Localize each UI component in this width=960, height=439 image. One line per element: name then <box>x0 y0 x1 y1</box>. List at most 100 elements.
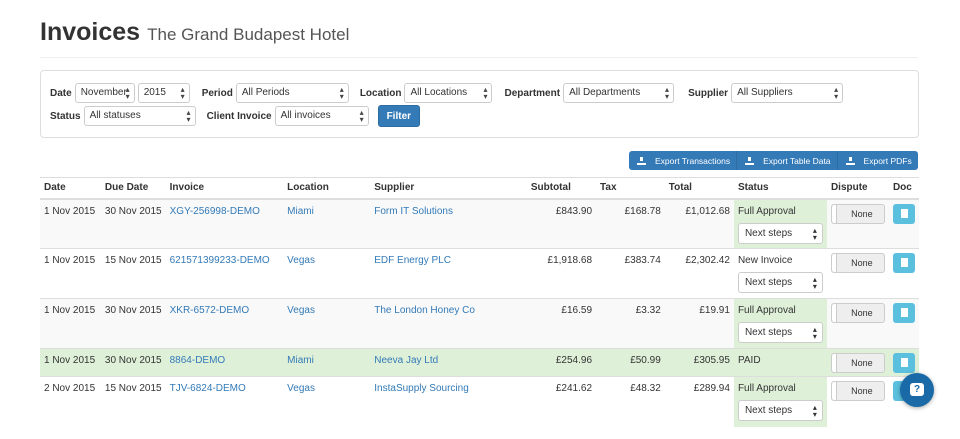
date-label: Date <box>50 87 72 99</box>
file-icon <box>900 208 908 218</box>
updown-icon: ▴ ▾ <box>812 325 817 341</box>
cell-total: £19.91 <box>664 298 734 349</box>
file-icon <box>900 258 908 267</box>
export-transactions-button[interactable]: Export Transactions <box>629 151 738 170</box>
supplier-link[interactable]: Form IT Solutions <box>374 206 453 217</box>
page-title: Invoices <box>40 18 141 46</box>
table-row: 1 Nov 2015 15 Nov 2015 621571399233-DEMO… <box>40 248 919 299</box>
page-subtitle: The Grand Budapest Hotel <box>147 25 350 44</box>
col-tax[interactable]: Tax <box>596 177 665 200</box>
export-table-data-button[interactable]: Export Table Data <box>737 151 838 170</box>
doc-button[interactable] <box>892 303 915 323</box>
col-supplier[interactable]: Supplier <box>370 177 527 200</box>
dispute-toggle[interactable]: None <box>830 253 885 273</box>
cell-due-date: 15 Nov 2015 <box>100 376 166 427</box>
col-status[interactable]: Status <box>733 177 827 200</box>
help-chat-button[interactable]: ? <box>900 373 934 407</box>
department-select[interactable]: All Departments ▴ ▾ <box>563 83 675 103</box>
col-subtotal[interactable]: Subtotal <box>526 177 597 200</box>
export-button-group: Export Transactions Export Table Data Ex… <box>629 151 918 170</box>
dispute-toggle[interactable]: None <box>830 203 885 224</box>
invoice-link[interactable]: TJV-6824-DEMO <box>170 383 246 394</box>
updown-icon: ▴ ▾ <box>339 85 344 101</box>
year-select[interactable]: 2015 ▴ ▾ <box>137 83 190 103</box>
location-link[interactable]: Miami <box>287 206 314 217</box>
invoice-table: Date Due Date Invoice Location Supplier … <box>40 177 919 427</box>
supplier-select[interactable]: All Suppliers ▴ ▾ <box>731 83 844 103</box>
col-total[interactable]: Total <box>664 177 734 200</box>
cell-total: £2,302.42 <box>664 248 734 299</box>
col-date[interactable]: Date <box>40 177 101 200</box>
filter-row-1: Date November ▴ ▾ 2015 ▴ ▾ Period All Period… <box>50 83 846 103</box>
next-steps-select[interactable]: Next steps ▴ ▾ <box>737 400 823 421</box>
status-select[interactable]: All statuses ▴ ▾ <box>83 106 196 126</box>
supplier-link[interactable]: The London Honey Co <box>374 305 475 316</box>
download-icon <box>845 156 855 165</box>
cell-status: Full Approval Next steps ▴ ▾ <box>733 298 827 349</box>
cell-date: 1 Nov 2015 <box>40 248 101 299</box>
period-select[interactable]: All Periods ▴ ▾ <box>235 83 349 103</box>
dispute-toggle[interactable]: None <box>830 381 885 401</box>
cell-dispute: None <box>826 298 889 349</box>
updown-icon: ▴ ▾ <box>665 85 670 101</box>
cell-due-date: 15 Nov 2015 <box>100 248 166 299</box>
filter-panel: Date November ▴ ▾ 2015 ▴ ▾ Period All Period… <box>40 70 919 138</box>
location-link[interactable]: Vegas <box>287 383 315 394</box>
invoice-link[interactable]: 8864-DEMO <box>170 355 226 366</box>
export-pdfs-button[interactable]: Export PDFs <box>837 151 918 170</box>
updown-icon: ▴ ▾ <box>186 108 191 124</box>
location-link[interactable]: Vegas <box>287 255 315 266</box>
col-doc[interactable]: Doc <box>888 177 919 200</box>
col-location[interactable]: Location <box>283 177 371 200</box>
doc-button[interactable] <box>892 253 915 273</box>
cell-status: Full Approval Next steps ▴ ▾ <box>733 376 827 427</box>
cell-dispute: None <box>826 198 889 249</box>
cell-subtotal: £843.90 <box>526 198 597 249</box>
month-select[interactable]: November ▴ ▾ <box>74 83 135 103</box>
period-label: Period <box>201 87 233 99</box>
cell-status: Full Approval Next steps ▴ ▾ <box>733 198 827 249</box>
invoice-link[interactable]: XKR-6572-DEMO <box>170 305 249 316</box>
invoice-link[interactable]: 621571399233-DEMO <box>170 255 270 266</box>
doc-button[interactable] <box>892 353 915 373</box>
col-dispute[interactable]: Dispute <box>826 177 889 200</box>
location-link[interactable]: Miami <box>287 355 314 366</box>
table-row: 1 Nov 2015 30 Nov 2015 XGY-256998-DEMO M… <box>40 198 919 249</box>
client-invoice-select[interactable]: All invoices ▴ ▾ <box>274 106 369 126</box>
cell-status: PAID <box>733 348 827 377</box>
cell-doc <box>888 198 919 249</box>
col-due-date[interactable]: Due Date <box>100 177 166 200</box>
doc-button[interactable] <box>892 203 915 224</box>
cell-dispute: None <box>826 348 889 377</box>
table-header-row: Date Due Date Invoice Location Supplier … <box>40 177 919 200</box>
updown-icon: ▴ ▾ <box>180 85 185 101</box>
location-link[interactable]: Vegas <box>287 305 315 316</box>
invoice-link[interactable]: XGY-256998-DEMO <box>170 206 260 217</box>
dispute-toggle[interactable]: None <box>830 303 885 323</box>
cell-dispute: None <box>826 376 889 427</box>
file-icon <box>900 358 908 367</box>
next-steps-select[interactable]: Next steps ▴ ▾ <box>737 272 823 293</box>
location-label: Location <box>359 87 402 99</box>
col-invoice[interactable]: Invoice <box>165 177 284 200</box>
cell-subtotal: £16.59 <box>526 298 597 349</box>
filter-button[interactable]: Filter <box>377 105 421 127</box>
next-steps-select[interactable]: Next steps ▴ ▾ <box>737 222 823 244</box>
status-label: Status <box>50 110 81 122</box>
dispute-toggle[interactable]: None <box>830 353 885 373</box>
supplier-link[interactable]: InstaSupply Sourcing <box>374 383 469 394</box>
file-icon <box>900 308 908 317</box>
cell-date: 1 Nov 2015 <box>40 298 101 349</box>
next-steps-select[interactable]: Next steps ▴ ▾ <box>737 322 823 343</box>
cell-total: £1,012.68 <box>664 198 734 249</box>
cell-tax: £168.78 <box>596 198 665 249</box>
cell-subtotal: £1,918.68 <box>526 248 597 299</box>
status-text: Full Approval <box>737 305 796 316</box>
cell-total: £305.95 <box>664 348 734 377</box>
updown-icon: ▴ ▾ <box>125 85 130 101</box>
department-label: Department <box>504 87 561 99</box>
supplier-link[interactable]: EDF Energy PLC <box>374 255 451 266</box>
supplier-link[interactable]: Neeva Jay Ltd <box>374 355 438 366</box>
cell-dispute: None <box>826 248 889 299</box>
location-select[interactable]: All Locations ▴ ▾ <box>404 83 493 103</box>
